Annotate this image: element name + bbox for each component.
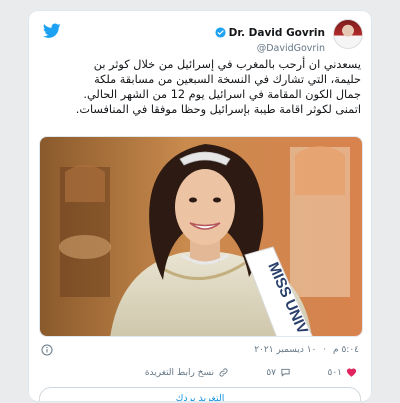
like-action[interactable]: ٥٠١ [327,367,357,378]
tweet-text-line: يسعدني ان أرحب بالمغرب في إسرائيل من خلا… [93,58,361,71]
comment-icon [281,368,290,377]
link-icon [219,368,228,377]
reply-action[interactable]: ٥٧ [266,367,291,378]
copy-link-label: نسخ رابط التغريدة [144,367,214,378]
tweet-actions: ٥٠١ ٥٧ نسخ رابط التغريدة [29,367,371,381]
twitter-bird-icon[interactable] [43,23,61,39]
tweet-date: ١٠ ديسمبر ٢٠٢١ [254,345,317,355]
meta-separator: · [323,345,327,355]
tweet-photo-illustration: MISS UNIV [40,137,362,336]
tweet-text-line: اتمنى لكوثر اقامة طيبة بإسرائيل وحظا موف… [75,103,361,116]
verified-badge-icon [215,27,226,38]
author-handle[interactable]: @DavidGovrin [215,43,325,54]
tweet-card: Dr. David Govrin @DavidGovrin يسعدني ان … [28,10,372,402]
like-count: ٥٠١ [327,367,342,378]
heart-icon [346,368,357,377]
tweet-text: يسعدني ان أرحب بالمغرب في إسرائيل من خلا… [41,57,361,117]
info-icon[interactable] [41,344,53,356]
tweet-timestamp[interactable]: ٥:٠٤ م · ١٠ ديسمبر ٢٠٢١ [254,345,359,355]
reply-count: ٥٧ [266,367,276,378]
author-block[interactable]: Dr. David Govrin @DavidGovrin [215,22,325,54]
tweet-text-line: حليمة، التي تشارك في النسخة السبعين من م… [94,73,361,86]
author-avatar[interactable] [333,19,363,49]
reply-button[interactable]: التغريد بردك [39,387,361,401]
tweet-time: ٥:٠٤ م [333,345,359,355]
author-name[interactable]: Dr. David Govrin [229,27,325,39]
tweet-text-line: جمال الكون المقامة في اسرائيل يوم 12 من … [83,88,361,101]
tweet-photo[interactable]: MISS UNIV [39,136,363,337]
copy-link-action[interactable]: نسخ رابط التغريدة [145,367,229,378]
